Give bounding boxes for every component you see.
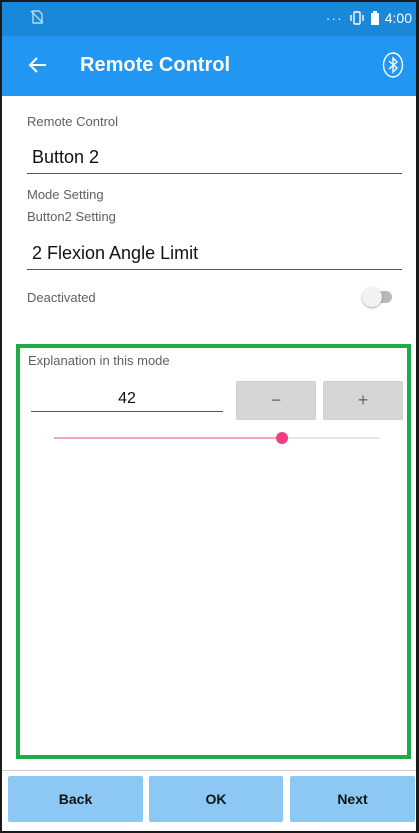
no-sim-icon [30, 10, 44, 24]
slider-fill [54, 437, 282, 439]
next-button[interactable]: Next [290, 776, 415, 822]
toggle-label: Deactivated [27, 290, 96, 305]
back-arrow-icon[interactable] [24, 50, 54, 80]
status-time: 4:00 [384, 10, 412, 26]
explanation-label: Explanation in this mode [28, 353, 170, 368]
page-title: Remote Control [80, 54, 230, 76]
battery-icon [370, 11, 379, 25]
decrement-button[interactable]: − [236, 381, 316, 420]
app-bar: Remote Control [2, 36, 416, 96]
remote-control-field[interactable]: Button 2 [27, 147, 402, 174]
footer-divider [2, 770, 416, 771]
value-slider[interactable] [54, 430, 380, 446]
increment-button[interactable]: + [323, 381, 403, 420]
deactivated-toggle[interactable] [362, 287, 392, 307]
vibrate-icon [350, 11, 364, 25]
back-button[interactable]: Back [8, 776, 143, 822]
bluetooth-icon[interactable] [382, 52, 404, 78]
remote-control-label: Remote Control [27, 114, 119, 129]
mode-setting-label: Mode Setting [27, 187, 104, 202]
slider-knob[interactable] [276, 432, 288, 444]
ok-button[interactable]: OK [149, 776, 283, 822]
button-setting-label: Button2 Setting [27, 209, 116, 224]
status-bar: ··· 4:00 [2, 2, 416, 36]
status-dots: ··· [325, 10, 343, 26]
toggle-thumb [362, 287, 382, 307]
button-setting-field[interactable]: 2 Flexion Angle Limit [27, 243, 402, 270]
stepper-value-field[interactable]: 42 [31, 391, 223, 412]
